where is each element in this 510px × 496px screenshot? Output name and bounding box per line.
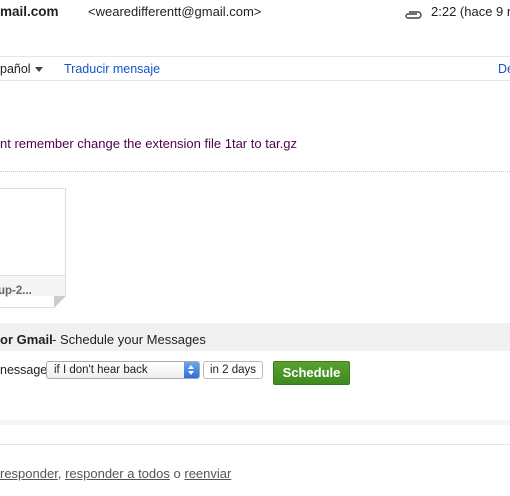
reply-link[interactable]: responder (0, 466, 58, 481)
sender-name: mail.com (0, 4, 59, 19)
schedule-prefix-label: nessage (0, 363, 48, 377)
divider (0, 444, 510, 445)
disable-translate-link[interactable]: De (498, 62, 510, 76)
schedule-title: - Schedule your Messages (52, 332, 206, 347)
message-body: nt remember change the extension file 1t… (0, 136, 298, 151)
forward-link[interactable]: reenviar (184, 466, 231, 481)
attachment-card[interactable]: up-2... (0, 188, 66, 308)
days-value: in 2 days (210, 364, 257, 376)
divider (0, 56, 510, 57)
reply-actions: responder, responder a todos o reenviar (0, 466, 231, 481)
separator-comma: , (57, 466, 62, 481)
translate-message-link[interactable]: Traducir mensaje (64, 62, 160, 76)
paperclip-icon (404, 8, 422, 23)
dotted-divider (0, 171, 510, 172)
language-label: pañol (0, 62, 31, 76)
select-arrows-icon (184, 362, 199, 378)
attachment-name: up-2... (0, 285, 32, 297)
days-select[interactable]: in 2 days (203, 361, 263, 379)
schedule-title-strong: or Gmail (0, 332, 53, 347)
divider-band (0, 420, 510, 425)
condition-value: if I don't hear back (54, 364, 148, 376)
divider (0, 80, 510, 81)
separator-or: o (173, 466, 181, 481)
language-dropdown[interactable]: pañol (0, 62, 43, 76)
condition-select[interactable]: if I don't hear back (46, 361, 200, 379)
page-fold-icon (54, 296, 66, 308)
schedule-button[interactable]: Schedule (273, 361, 350, 385)
reply-all-link[interactable]: responder a todos (65, 466, 170, 481)
sender-address: <wearedifferentt@gmail.com> (88, 4, 262, 19)
message-time: 2:22 (hace 9 m (431, 4, 510, 19)
chevron-down-icon (34, 67, 43, 73)
